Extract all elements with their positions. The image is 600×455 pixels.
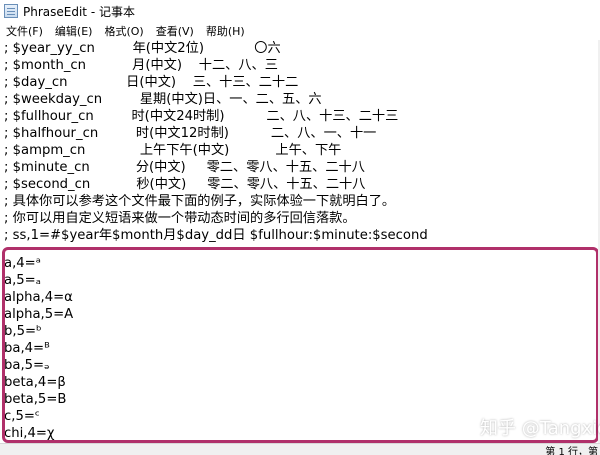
editor-line: ; $year_yy_cn 年(中文2位) 〇六: [4, 41, 281, 56]
editor-line: ; $second_cn 秒(中文) 零二、零八、十五、二十八: [4, 177, 366, 192]
zhihu-watermark: 知乎 @Tangxic: [480, 418, 600, 439]
editor-line: ; $month_cn 月(中文) 十二、八、三: [4, 58, 278, 73]
menu-format[interactable]: 格式(O): [98, 23, 149, 39]
menu-view[interactable]: 查看(V): [150, 23, 200, 39]
editor-line: ; $fullhour_cn 时(中文24时制) 二、八、十三、二十三: [4, 109, 399, 124]
cursor-position: 第 1 行，第: [545, 447, 598, 455]
title-bar: PhraseEdit - 记事本: [0, 0, 600, 22]
menu-edit[interactable]: 编辑(E): [49, 23, 99, 39]
editor-line: ; $minute_cn 分(中文) 零二、零八、十五、二十八: [4, 160, 365, 175]
editor-line: ; $ampm_cn 上午下午(中文) 上午、下午: [4, 143, 342, 158]
editor-line: ; ss,1=#$year年$month月$day_dd日 $fullhour:…: [4, 228, 428, 243]
menu-bar: 文件(F) 编辑(E) 格式(O) 查看(V) 帮助(H): [0, 22, 600, 40]
editor-line: ; $day_cn 日(中文) 三、十三、二十二: [4, 75, 299, 90]
window-title: PhraseEdit - 记事本: [23, 4, 135, 19]
editor-line: ; $halfhour_cn 时(中文12时制) 二、八、一、十一: [4, 126, 377, 141]
editor-line: ; 具体你可以参考这个文件最下面的例子，实际体验一下就明白了。: [4, 194, 396, 209]
status-bar: 第 1 行，第: [0, 443, 600, 455]
editor-line: ; 你可以用自定义短语来做一个带动态时间的多行回信落款。: [4, 211, 356, 226]
menu-help[interactable]: 帮助(H): [200, 23, 251, 39]
notepad-icon: [4, 4, 18, 18]
editor-line: ; $weekday_cn 星期(中文)日、一、二、五、六: [4, 92, 322, 107]
menu-file[interactable]: 文件(F): [0, 23, 49, 39]
